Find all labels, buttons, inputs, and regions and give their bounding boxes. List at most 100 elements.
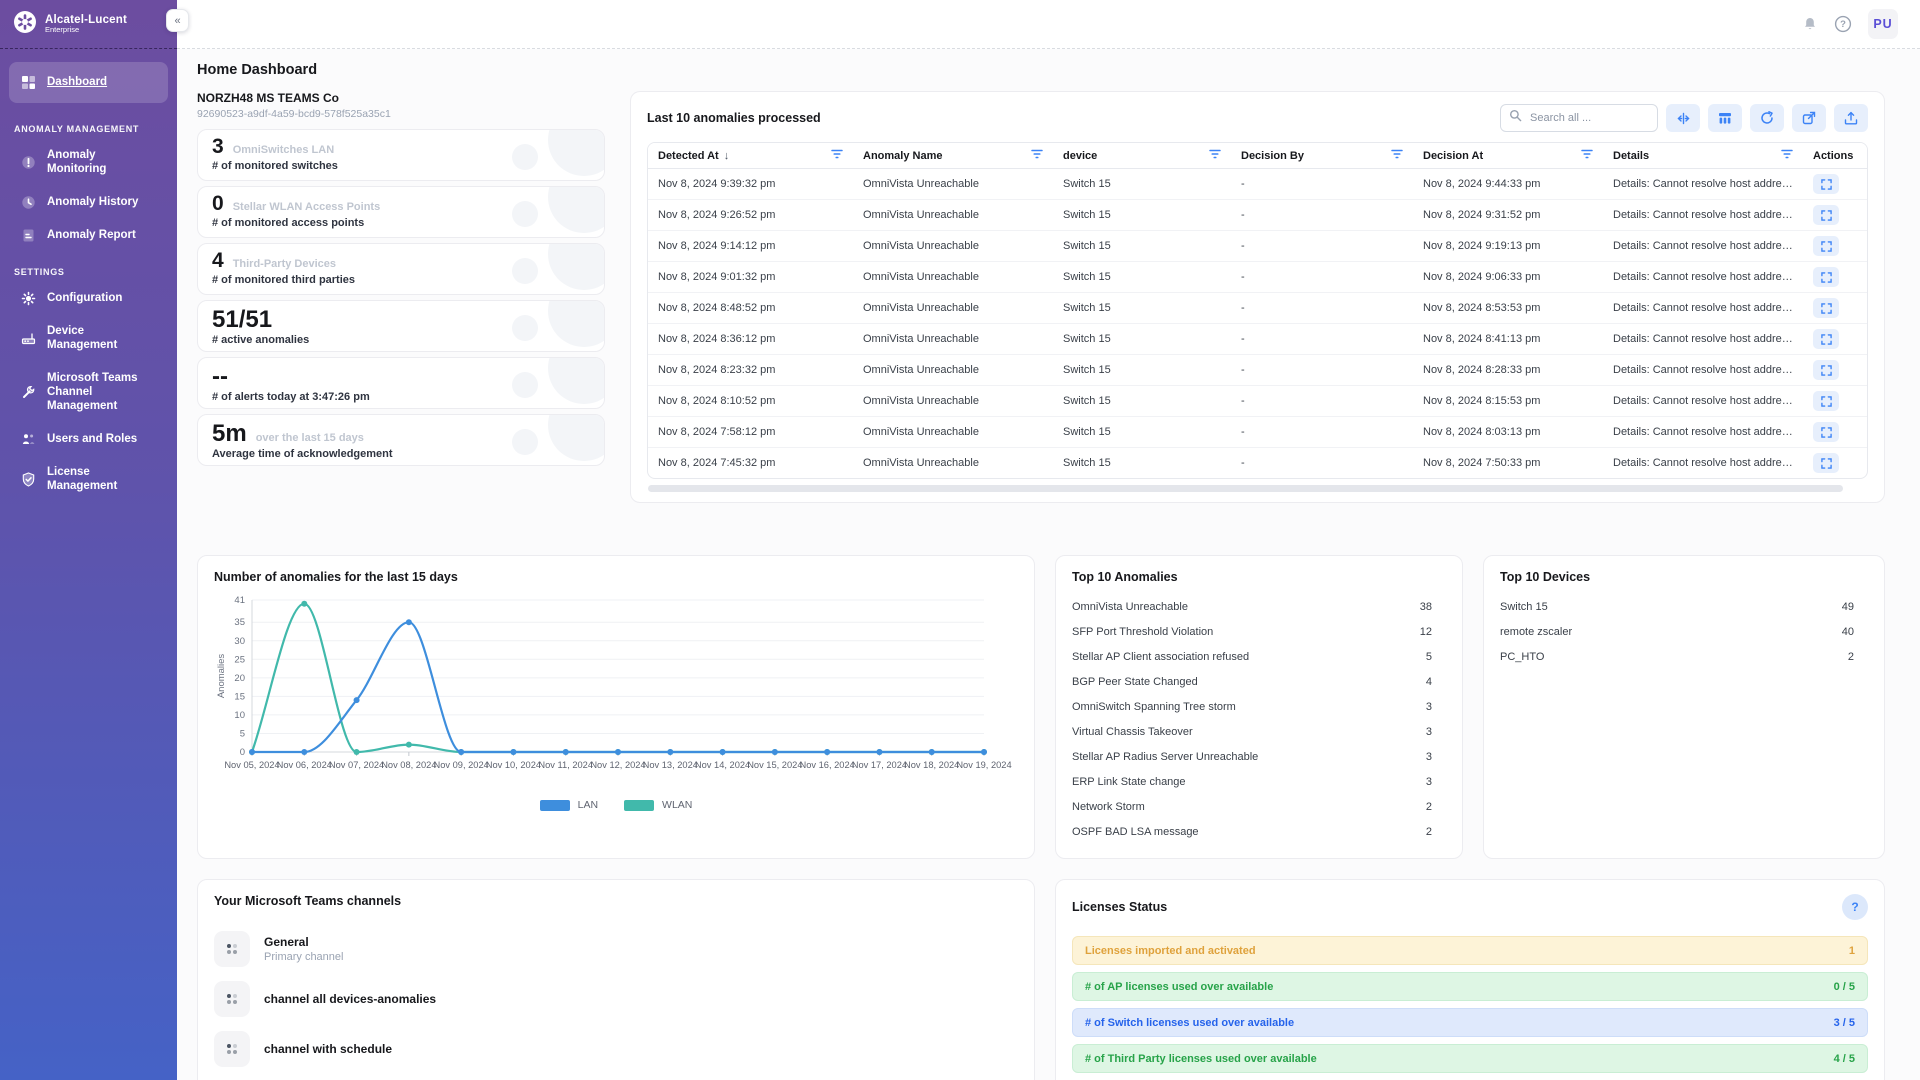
- stat-caption: # active anomalies: [212, 334, 590, 346]
- cell-actions: [1803, 448, 1867, 479]
- horizontal-scrollbar[interactable]: [648, 485, 1867, 492]
- filter-icon[interactable]: [1581, 149, 1593, 162]
- column-header-decision-at[interactable]: Decision At: [1413, 143, 1603, 169]
- table-row: Nov 8, 2024 8:10:52 pmOmniVista Unreacha…: [648, 386, 1867, 417]
- columns-settings-button[interactable]: [1708, 104, 1742, 132]
- help-circle-icon[interactable]: ?: [1834, 15, 1852, 33]
- list-item: OSPF BAD LSA message2: [1072, 819, 1446, 844]
- cell-decision-at: Nov 8, 2024 7:50:33 pm: [1413, 448, 1603, 479]
- teams-channel-general[interactable]: GeneralPrimary channel: [214, 924, 1018, 974]
- sidebar-item-label: Dashboard: [47, 75, 107, 89]
- svg-text:20: 20: [234, 673, 245, 684]
- export-upload-button[interactable]: [1834, 104, 1868, 132]
- cell-decision-at: Nov 8, 2024 8:03:13 pm: [1413, 417, 1603, 448]
- expand-row-button[interactable]: [1813, 205, 1839, 225]
- expand-row-button[interactable]: [1813, 360, 1839, 380]
- teams-channel-all-devices[interactable]: channel all devices-anomalies: [214, 974, 1018, 1024]
- column-header-anomaly-name[interactable]: Anomaly Name: [853, 143, 1053, 169]
- cell-decision-by: -: [1231, 386, 1413, 417]
- cell-decision-at: Nov 8, 2024 8:41:13 pm: [1413, 324, 1603, 355]
- sidebar-item-anomaly-history[interactable]: Anomaly History: [9, 187, 168, 218]
- stat-value-label: Stellar WLAN Access Points: [233, 201, 381, 213]
- expand-row-button[interactable]: [1813, 391, 1839, 411]
- cell-detected-at: Nov 8, 2024 7:58:12 pm: [648, 417, 853, 448]
- cell-decision-at: Nov 8, 2024 9:44:33 pm: [1413, 169, 1603, 200]
- cell-decision-at: Nov 8, 2024 9:06:33 pm: [1413, 262, 1603, 293]
- svg-text:Nov 07, 2024: Nov 07, 2024: [329, 760, 384, 770]
- notifications-bell-icon[interactable]: [1802, 16, 1818, 33]
- expand-row-button[interactable]: [1813, 267, 1839, 287]
- company-id: 92690523-a9df-4a59-bcd9-578f525a35c1: [197, 108, 605, 120]
- expand-row-button[interactable]: [1813, 329, 1839, 349]
- column-header-device[interactable]: device: [1053, 143, 1231, 169]
- sidebar-collapse-button[interactable]: «: [166, 9, 189, 32]
- open-external-button[interactable]: [1792, 104, 1826, 132]
- sidebar-section-settings: SETTINGS: [0, 252, 177, 282]
- cell-device: Switch 15: [1053, 386, 1231, 417]
- search-input[interactable]: [1528, 111, 1649, 125]
- sort-desc-icon[interactable]: ↓: [724, 150, 730, 162]
- cell-details: Details: Cannot resolve host address ...: [1603, 169, 1803, 200]
- cell-decision-by: -: [1231, 417, 1413, 448]
- svg-text:Nov 18, 2024: Nov 18, 2024: [904, 760, 959, 770]
- search-icon: [1509, 109, 1522, 127]
- refresh-button[interactable]: [1750, 104, 1784, 132]
- column-header-details[interactable]: Details: [1603, 143, 1803, 169]
- legend-item-lan[interactable]: LAN: [540, 799, 598, 811]
- app-window: Alcatel-Lucent Enterprise Dashboard ANOM…: [0, 0, 1920, 1080]
- channel-dots-icon: [214, 931, 250, 967]
- device-icon: [20, 331, 37, 346]
- company-stats-column: NORZH48 MS TEAMS Co 92690523-a9df-4a59-b…: [197, 91, 605, 503]
- svg-text:Anomalies: Anomalies: [216, 654, 227, 699]
- cell-details: Details: Cannot resolve host address ...: [1603, 262, 1803, 293]
- licenses-help-button[interactable]: ?: [1842, 894, 1868, 920]
- fit-columns-button[interactable]: [1666, 104, 1700, 132]
- expand-row-button[interactable]: [1813, 236, 1839, 256]
- expand-row-button[interactable]: [1813, 298, 1839, 318]
- cell-decision-by: -: [1231, 355, 1413, 386]
- cell-actions: [1803, 200, 1867, 231]
- column-header-detected-at[interactable]: Detected At↓: [648, 143, 853, 169]
- sidebar-item-users-and-roles[interactable]: Users and Roles: [9, 424, 168, 455]
- column-header-decision-by[interactable]: Decision By: [1231, 143, 1413, 169]
- alcatel-lucent-logo-icon: [13, 10, 37, 39]
- license-row-ap: # of AP licenses used over available0 / …: [1072, 972, 1868, 1001]
- cell-details: Details: Cannot resolve host address ...: [1603, 355, 1803, 386]
- svg-text:41: 41: [234, 595, 245, 606]
- filter-icon[interactable]: [831, 149, 843, 162]
- cell-anomaly-name: OmniVista Unreachable: [853, 200, 1053, 231]
- channel-dots-icon: [214, 1031, 250, 1067]
- filter-icon[interactable]: [1391, 149, 1403, 162]
- table-row: Nov 8, 2024 8:23:32 pmOmniVista Unreacha…: [648, 355, 1867, 386]
- cell-decision-at: Nov 8, 2024 8:28:33 pm: [1413, 355, 1603, 386]
- filter-icon[interactable]: [1209, 149, 1221, 162]
- filter-icon[interactable]: [1031, 149, 1043, 162]
- list-item: Network Storm2: [1072, 794, 1446, 819]
- cell-decision-by: -: [1231, 200, 1413, 231]
- svg-text:Nov 06, 2024: Nov 06, 2024: [277, 760, 332, 770]
- legend-item-wlan[interactable]: WLAN: [624, 799, 692, 811]
- filter-icon[interactable]: [1781, 149, 1793, 162]
- sidebar-item-configuration[interactable]: Configuration: [9, 283, 168, 314]
- brand-text: Alcatel-Lucent Enterprise: [45, 14, 127, 35]
- expand-row-button[interactable]: [1813, 453, 1839, 473]
- report-icon: [20, 228, 37, 243]
- sidebar-item-license-management[interactable]: License Management: [9, 457, 168, 502]
- expand-row-button[interactable]: [1813, 422, 1839, 442]
- anomalies-table-title: Last 10 anomalies processed: [647, 111, 821, 125]
- teams-channel-with-schedule[interactable]: channel with schedule: [214, 1024, 1018, 1074]
- sidebar-item-device-management[interactable]: Device Management: [9, 316, 168, 361]
- sidebar-item-teams-channel-management[interactable]: Microsoft Teams Channel Management: [9, 363, 168, 422]
- gear-icon: [20, 291, 37, 306]
- user-avatar[interactable]: PU: [1868, 9, 1898, 39]
- expand-row-button[interactable]: [1813, 174, 1839, 194]
- svg-text:Nov 08, 2024: Nov 08, 2024: [381, 760, 436, 770]
- list-item: PC_HTO2: [1500, 644, 1868, 669]
- content: Home Dashboard NORZH48 MS TEAMS Co 92690…: [177, 49, 1920, 1080]
- sidebar-item-dashboard[interactable]: Dashboard: [9, 62, 168, 103]
- licenses-title: Licenses Status: [1072, 900, 1167, 914]
- cell-device: Switch 15: [1053, 169, 1231, 200]
- sidebar-item-anomaly-report[interactable]: Anomaly Report: [9, 220, 168, 251]
- sidebar-item-anomaly-monitoring[interactable]: Anomaly Monitoring: [9, 140, 168, 185]
- cell-anomaly-name: OmniVista Unreachable: [853, 324, 1053, 355]
